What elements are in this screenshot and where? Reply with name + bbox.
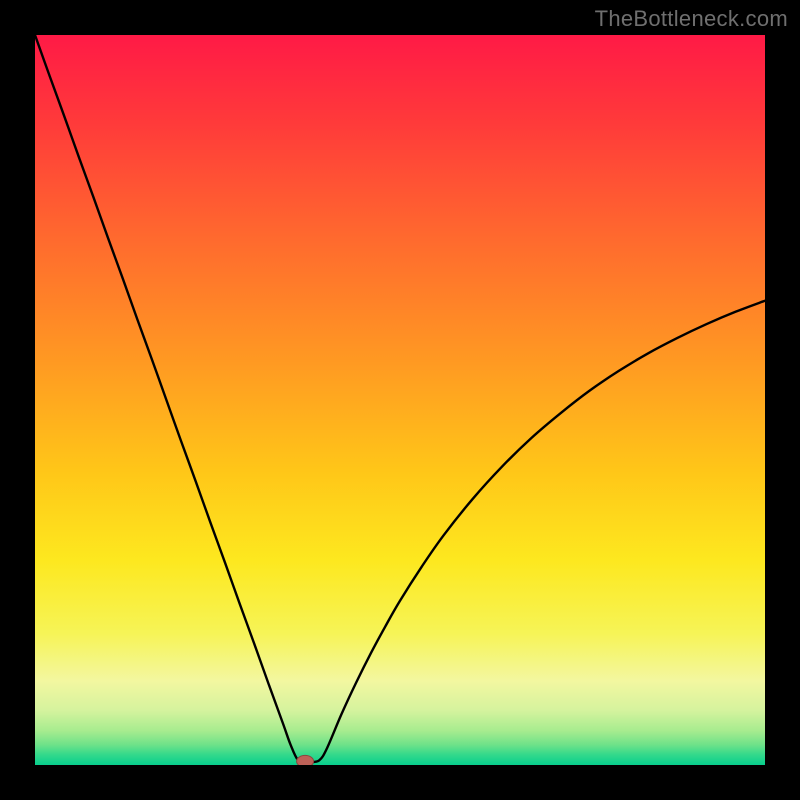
curve-layer bbox=[35, 35, 765, 765]
watermark-text: TheBottleneck.com bbox=[595, 6, 788, 32]
bottleneck-curve bbox=[35, 35, 765, 762]
minimum-marker bbox=[297, 755, 314, 765]
chart-frame: TheBottleneck.com bbox=[0, 0, 800, 800]
plot-area bbox=[35, 35, 765, 765]
